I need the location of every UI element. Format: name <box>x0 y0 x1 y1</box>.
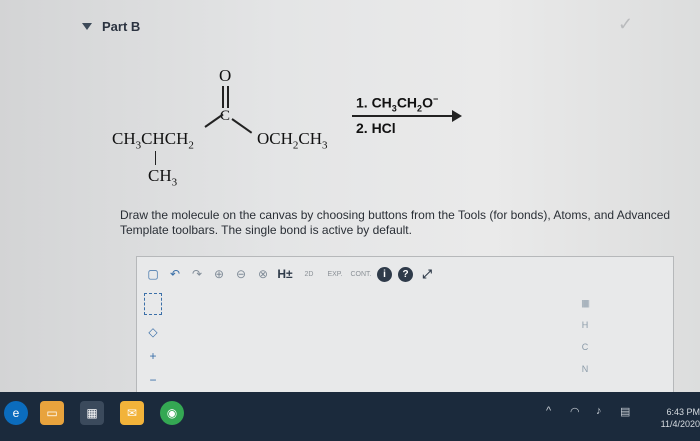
step1-charge: − <box>432 94 439 104</box>
chevron-up-icon[interactable]: ^ <box>546 405 551 417</box>
wifi-icon[interactable]: ◠ <box>570 405 580 418</box>
new-document-icon[interactable]: ▢ <box>145 266 161 282</box>
system-clock[interactable]: 6:43 PM 11/4/2020 <box>636 406 700 430</box>
select-tool-icon[interactable] <box>144 293 162 315</box>
assignment-page: Part B ✓ O C CH3CHCH2 CH3 OCH2CH3 1. CH3… <box>0 0 700 394</box>
atoms-toolbar: ||||||| H C N <box>575 299 595 374</box>
reaction-arrow-shaft <box>352 115 456 117</box>
undo-icon[interactable]: ↶ <box>167 266 183 282</box>
store-icon[interactable]: ▦ <box>80 401 104 425</box>
ethoxy-group: OCH2CH3 <box>257 129 328 151</box>
clock-time: 6:43 PM <box>666 407 700 417</box>
branch-bond <box>155 151 156 165</box>
drawing-editor[interactable]: ▢ ↶ ↷ ⊕ ⊖ ⊗ H± 2D EXP. CONT. i ? ⤢ ◇ + −… <box>136 256 674 394</box>
eraser-icon[interactable]: ◇ <box>148 325 157 339</box>
contract-button[interactable]: CONT. <box>351 266 372 282</box>
zoom-out-icon[interactable]: ⊖ <box>233 266 249 282</box>
edge-browser-icon[interactable]: e <box>4 401 28 425</box>
clock-date: 11/4/2020 <box>660 419 700 429</box>
step1-mid: CH <box>396 94 418 111</box>
isobutyl-group: CH3CHCH2 <box>112 129 194 151</box>
hydrogen-toggle-button[interactable]: H± <box>277 266 293 282</box>
ethoxy-sub2: 3 <box>322 139 328 152</box>
step1-prefix: 1. CH <box>356 94 392 111</box>
plus-charge-button[interactable]: + <box>149 349 156 363</box>
branch-methyl: CH3 <box>148 166 177 188</box>
left-toolbar: ◇ + − <box>143 293 163 387</box>
double-bond-line-1 <box>222 86 224 108</box>
atom-h-button[interactable]: H <box>582 320 589 330</box>
reagent-step-1: 1. CH3CH2O− <box>356 94 438 113</box>
branch-sub: 3 <box>171 176 178 189</box>
bond-right <box>231 118 253 134</box>
file-explorer-icon[interactable]: ▭ <box>40 401 64 425</box>
atom-c-button[interactable]: C <box>582 342 589 352</box>
double-bond-line-2 <box>227 86 229 108</box>
carbonyl-oxygen: O <box>219 66 232 85</box>
isobutyl-sub2: 2 <box>188 139 194 152</box>
mail-icon[interactable]: ✉ <box>120 401 144 425</box>
ethoxy-mid: CH <box>298 129 323 148</box>
2d-clean-button[interactable]: 2D <box>299 266 319 282</box>
expand-button[interactable]: EXP. <box>325 266 345 282</box>
taskbar: e ▭ ▦ ✉ ◉ ^ ◠ ♪ ▤ <box>0 392 700 441</box>
reagent-step-2: 2. HCl <box>356 120 396 136</box>
isobutyl-mid: CHCH <box>141 129 189 148</box>
zoom-fit-icon[interactable]: ⊗ <box>255 266 271 282</box>
ethoxy-main: OCH <box>257 129 293 148</box>
instructions-text: Draw the molecule on the canvas by choos… <box>120 208 671 237</box>
branch-main: CH <box>148 166 172 185</box>
volume-icon[interactable]: ♪ <box>596 405 602 417</box>
redo-icon[interactable]: ↷ <box>189 266 205 282</box>
checkmark-icon: ✓ <box>618 14 634 34</box>
keyboard-icon[interactable]: ▤ <box>620 405 630 418</box>
help-button[interactable]: ? <box>398 266 413 282</box>
step1-oxygen: O <box>422 94 433 111</box>
fullscreen-icon[interactable]: ⤢ <box>419 266 435 282</box>
info-button[interactable]: i <box>377 266 392 282</box>
minus-charge-button[interactable]: − <box>149 373 156 387</box>
atom-n-button[interactable]: N <box>582 364 589 374</box>
zoom-in-icon[interactable]: ⊕ <box>211 266 227 282</box>
periodic-table-icon[interactable]: ||||||| <box>581 299 589 308</box>
editor-toolbar: ▢ ↶ ↷ ⊕ ⊖ ⊗ H± 2D EXP. CONT. i ? ⤢ <box>137 257 673 291</box>
part-header[interactable]: Part B <box>82 16 140 36</box>
chrome-icon[interactable]: ◉ <box>160 401 184 425</box>
collapse-caret-icon[interactable] <box>82 22 92 30</box>
reaction-arrow-head-icon <box>452 110 462 122</box>
part-title: Part B <box>102 18 141 34</box>
isobutyl-main: CH <box>112 129 136 148</box>
